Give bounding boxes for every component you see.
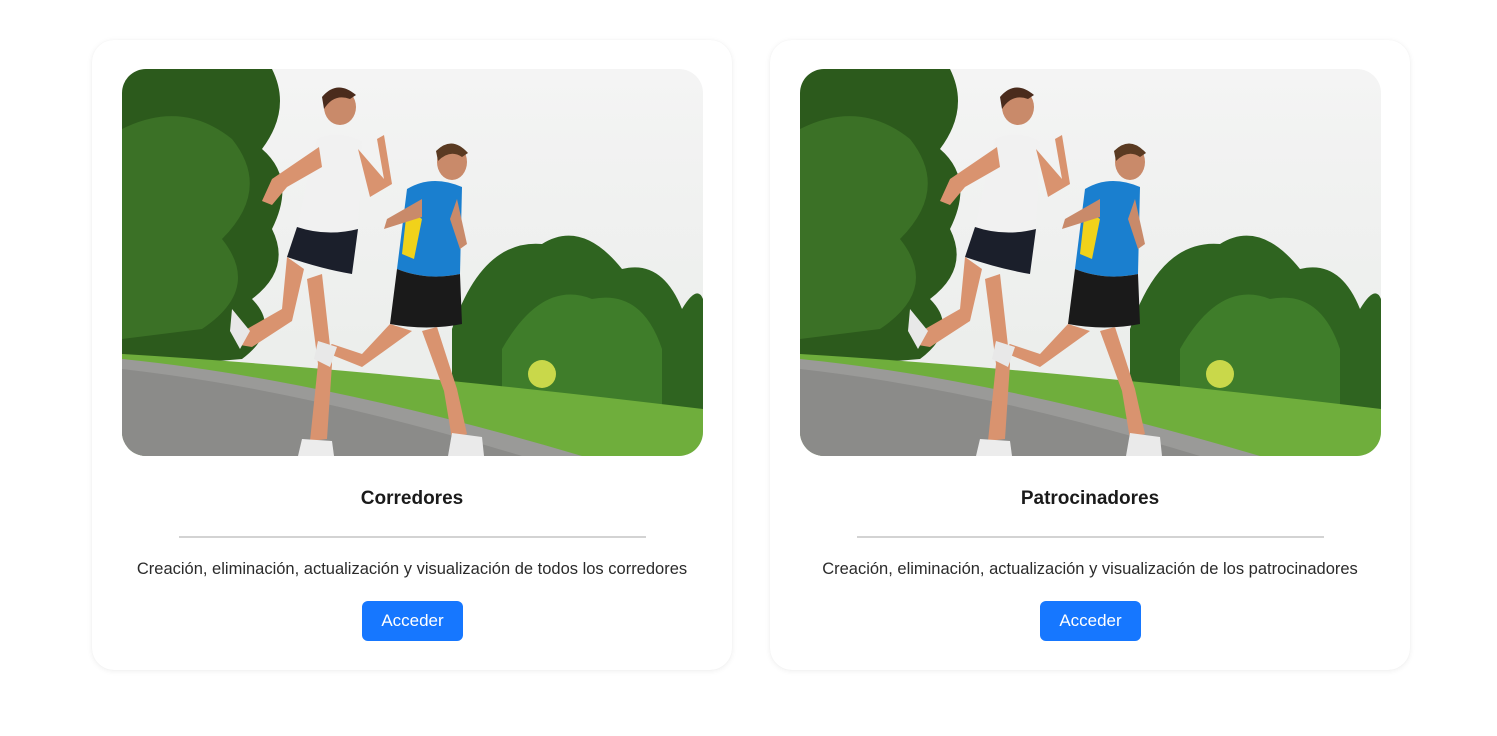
- card-description: Creación, eliminación, actualización y v…: [136, 560, 688, 578]
- divider: [179, 536, 646, 538]
- joggers-photo: [122, 69, 703, 456]
- joggers-photo: [800, 69, 1381, 456]
- acceder-button[interactable]: Acceder: [1040, 601, 1141, 641]
- card-title: Patrocinadores: [1020, 488, 1160, 509]
- card-title: Corredores: [360, 488, 464, 509]
- acceder-button[interactable]: Acceder: [362, 601, 463, 641]
- card-corredores: Corredores Creación, eliminación, actual…: [92, 40, 732, 670]
- card-patrocinadores: Patrocinadores Creación, eliminación, ac…: [770, 40, 1410, 670]
- card-description: Creación, eliminación, actualización y v…: [822, 560, 1358, 578]
- divider: [857, 536, 1324, 538]
